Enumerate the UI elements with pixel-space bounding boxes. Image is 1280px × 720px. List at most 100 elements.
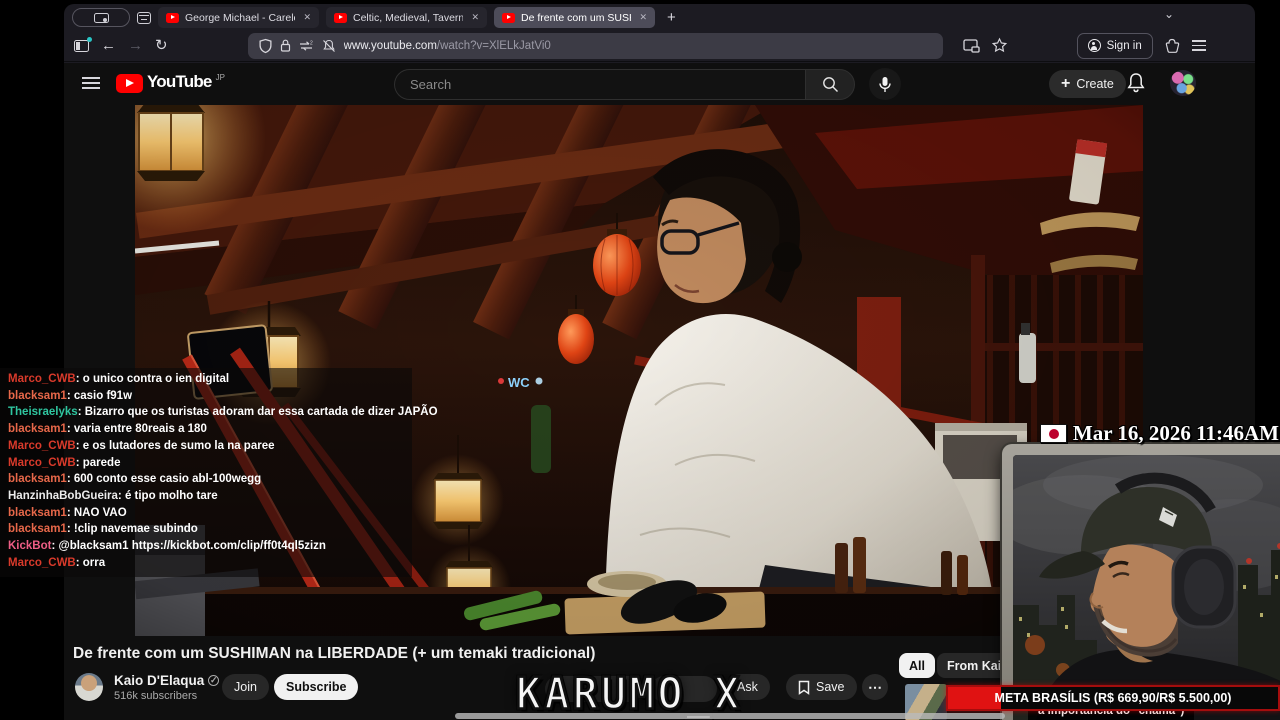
chat-text: varia entre 80reais a 180 bbox=[73, 423, 207, 436]
subscribe-button[interactable]: Subscribe bbox=[274, 674, 359, 700]
webcam-overlay bbox=[1002, 444, 1280, 720]
chat-message: blacksam1: NAO VAO bbox=[8, 505, 404, 522]
chat-text: e os lutadores de sumo la na paree bbox=[82, 439, 275, 452]
tab-title: Celtic, Medieval, Tavern Music - bbox=[353, 11, 464, 24]
chat-username: KickBot bbox=[8, 540, 52, 553]
webcam-video bbox=[1013, 455, 1280, 720]
chat-username: Marco_CWB bbox=[8, 556, 76, 569]
browser-tab-2[interactable]: Celtic, Medieval, Tavern Music - ✕ bbox=[326, 7, 487, 28]
channel-name-text: Kaio D'Elaqua bbox=[114, 673, 205, 688]
chat-message: Marco_CWB: parede bbox=[8, 455, 404, 472]
chat-separator: : bbox=[75, 556, 83, 569]
chat-separator: : bbox=[66, 389, 74, 402]
chat-message: Theisraelyks: Bizarro que os turistas ad… bbox=[8, 404, 438, 421]
browser-tab-active[interactable]: De frente com um SUSHIMAN n ✕ bbox=[494, 7, 655, 28]
search-icon bbox=[822, 77, 838, 92]
chat-text: 600 conto esse casio abl-100wegg bbox=[73, 473, 262, 486]
notifications-bell-icon[interactable] bbox=[1126, 72, 1146, 94]
url-path: /watch?v=XlELkJatVi0 bbox=[436, 39, 551, 52]
chat-text: Bizarro que os turistas adoram dar essa … bbox=[84, 406, 438, 419]
youtube-logo[interactable]: YouTube JP bbox=[116, 72, 225, 93]
channel-name[interactable]: Kaio D'Elaqua ✓ bbox=[114, 673, 220, 688]
chat-message: blacksam1: casio f91w bbox=[8, 388, 404, 405]
chat-separator: : bbox=[66, 473, 74, 486]
youtube-play-icon bbox=[116, 74, 143, 93]
voice-search-button[interactable] bbox=[869, 68, 901, 100]
tab-close-icon[interactable]: ✕ bbox=[303, 12, 311, 23]
chat-username: blacksam1 bbox=[8, 389, 67, 402]
save-button[interactable]: Save bbox=[786, 674, 857, 700]
tab-manager-icon[interactable] bbox=[74, 36, 92, 52]
chat-separator: : bbox=[75, 439, 83, 452]
firefox-view-button[interactable] bbox=[72, 8, 130, 27]
reload-button[interactable]: ↻ bbox=[155, 38, 168, 53]
video-title: De frente com um SUSHIMAN na LIBERDADE (… bbox=[73, 645, 596, 662]
chat-username: blacksam1 bbox=[8, 473, 67, 486]
chat-username: Marco_CWB bbox=[8, 456, 76, 469]
stream-watermark: KARUMO_X bbox=[515, 667, 743, 720]
browser-toolbar: ← → ↻ 2 www.youtube.com/watch?v=XlELkJat… bbox=[64, 30, 1255, 62]
toolbar-right-icons bbox=[962, 37, 1007, 53]
tab-title: George Michael - Careless Whis bbox=[185, 11, 295, 24]
tab-archive-icon[interactable] bbox=[137, 11, 151, 24]
chat-username: Marco_CWB bbox=[8, 373, 76, 385]
tab-close-icon[interactable]: ✕ bbox=[471, 12, 479, 23]
goal-label: META BRASÍLIS (R$ 669,90/R$ 5.500,00) bbox=[994, 691, 1232, 705]
svg-text:2: 2 bbox=[310, 40, 313, 46]
japan-flag-icon bbox=[1039, 424, 1067, 443]
browser-tab-bar: George Michael - Careless Whis ✕ Celtic,… bbox=[64, 4, 1255, 30]
verified-badge-icon: ✓ bbox=[208, 675, 220, 686]
chat-text: @blacksam1 https://kickbot.com/clip/ff0t… bbox=[58, 540, 326, 553]
youtube-country-badge: JP bbox=[215, 73, 225, 82]
join-button[interactable]: Join bbox=[222, 674, 269, 700]
chat-username: blacksam1 bbox=[8, 523, 67, 536]
browser-menu-icon[interactable] bbox=[1191, 40, 1206, 51]
youtube-favicon bbox=[334, 12, 347, 23]
sign-in-label: Sign in bbox=[1106, 39, 1142, 52]
chat-text: !clip navemae subindo bbox=[73, 523, 198, 536]
chat-text: casio f91w bbox=[73, 389, 133, 402]
profile-avatar[interactable] bbox=[1170, 70, 1196, 96]
autoplay-blocked-icon bbox=[322, 39, 335, 52]
chat-separator: : bbox=[66, 506, 74, 519]
chat-message: Marco_CWB: o unico contra o ien digital bbox=[8, 371, 404, 388]
channel-avatar[interactable] bbox=[75, 673, 103, 701]
chat-text: o unico contra o ien digital bbox=[82, 373, 230, 385]
forward-button[interactable]: → bbox=[128, 38, 143, 53]
account-icon bbox=[1087, 39, 1101, 52]
search-button[interactable] bbox=[805, 69, 855, 100]
plus-icon: + bbox=[1061, 75, 1071, 92]
chat-message: blacksam1: varia entre 80reais a 180 bbox=[8, 421, 404, 438]
chat-username: Theisraelyks bbox=[8, 406, 78, 419]
chat-text: é tipo molho tare bbox=[124, 489, 218, 502]
search-bar bbox=[394, 69, 855, 100]
chat-text: orra bbox=[82, 556, 106, 569]
extensions-icon[interactable] bbox=[1165, 38, 1180, 54]
url-domain: www.youtube.com bbox=[343, 39, 437, 52]
bookmark-star-icon[interactable] bbox=[991, 37, 1007, 53]
create-label: Create bbox=[1076, 77, 1114, 91]
browser-sign-in-button[interactable]: Sign in bbox=[1076, 32, 1153, 59]
search-input[interactable] bbox=[394, 69, 805, 100]
chat-username: blacksam1 bbox=[8, 423, 67, 436]
filter-chip-all[interactable]: All bbox=[899, 653, 935, 678]
url-bar[interactable]: 2 www.youtube.com/watch?v=XlELkJatVi0 bbox=[247, 32, 943, 59]
create-button[interactable]: + Create bbox=[1049, 70, 1126, 98]
url-text: www.youtube.com/watch?v=XlELkJatVi0 bbox=[344, 40, 551, 52]
chat-separator: : bbox=[75, 373, 83, 385]
browser-tab-1[interactable]: George Michael - Careless Whis ✕ bbox=[158, 7, 319, 28]
overlay-bottom-bar bbox=[455, 713, 1005, 719]
shield-icon bbox=[259, 38, 272, 53]
youtube-menu-icon[interactable] bbox=[82, 77, 100, 89]
clock-text: Mar 16, 2026 11:46AM bbox=[1072, 421, 1279, 445]
new-tab-button[interactable]: + bbox=[662, 9, 681, 26]
more-actions-button[interactable]: ⋯ bbox=[862, 674, 888, 700]
chat-message: Marco_CWB: e os lutadores de sumo la na … bbox=[8, 438, 404, 455]
list-tabs-chevron-icon[interactable]: ⌄ bbox=[1164, 7, 1174, 21]
firefox-view-icon bbox=[93, 12, 109, 23]
chat-separator: : bbox=[66, 523, 74, 536]
screenshot-icon[interactable] bbox=[962, 38, 980, 53]
chat-separator: : bbox=[117, 489, 125, 502]
back-button[interactable]: ← bbox=[101, 38, 116, 53]
tab-close-icon[interactable]: ✕ bbox=[639, 12, 647, 23]
